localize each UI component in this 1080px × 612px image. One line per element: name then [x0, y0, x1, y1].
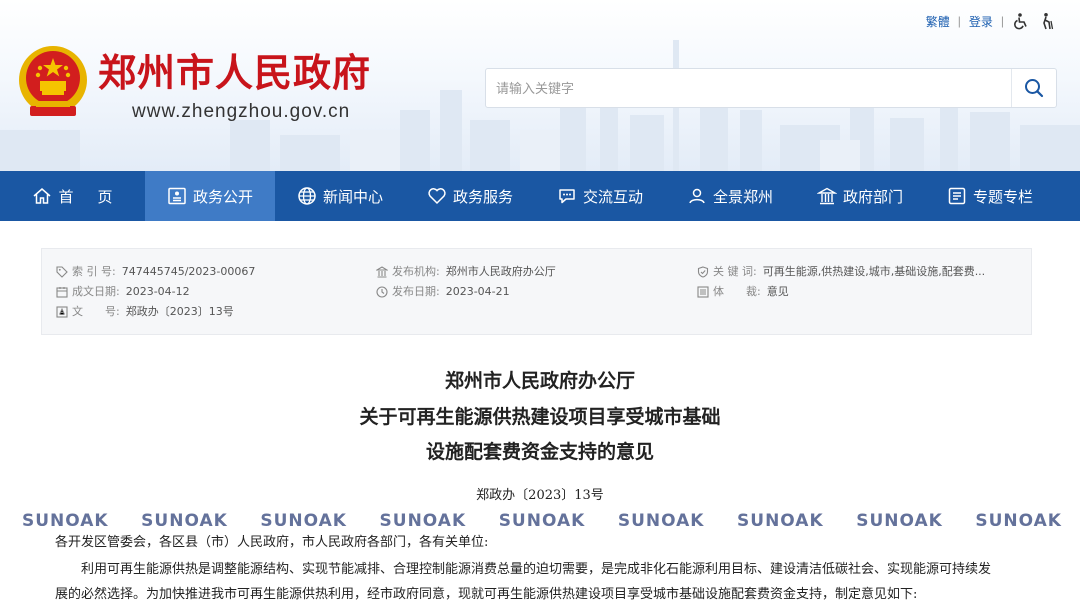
nav-item-label: 政务服务: [452, 187, 513, 206]
document-meta-box: 索 引 号: 747445745/2023-00067 成文日期: 2023-0…: [41, 248, 1032, 335]
home-icon: [33, 188, 51, 204]
nav-item-label: 首页: [58, 187, 137, 206]
nav-item-label: 新闻中心: [322, 187, 383, 206]
meta-keywords: 关 键 词: 可再生能源,供热建设,城市,基础设施,配套费...: [697, 265, 985, 279]
nav-item-panorama[interactable]: 全景郑州: [665, 171, 795, 221]
site-title: 郑州市人民政府: [98, 50, 372, 95]
meta-created-date: 成文日期: 2023-04-12: [56, 285, 190, 299]
institution-icon: [376, 266, 388, 278]
chat-icon: [559, 189, 575, 204]
nav-item-services[interactable]: 政务服务: [405, 171, 535, 221]
traditional-chinese-link[interactable]: 繁體: [926, 13, 950, 30]
nav-item-label: 全景郑州: [712, 187, 773, 206]
document-paragraph-line: 利用可再生能源供热是调整能源结构、实现节能减排、合理控制能源消费总量的迫切需要，…: [81, 562, 992, 577]
id-card-icon: [168, 187, 186, 205]
watermark-text: SUNOAK: [737, 511, 824, 531]
wheelchair-icon[interactable]: [1012, 12, 1030, 30]
watermark-text: SUNOAK: [22, 511, 109, 531]
watermark-text: SUNOAK: [141, 511, 228, 531]
nav-item-departments[interactable]: 政府部门: [795, 171, 925, 221]
divider: |: [957, 14, 961, 28]
meta-published-date: 发布日期: 2023-04-21: [376, 285, 510, 299]
watermark-strip: SUNOAK SUNOAK SUNOAK SUNOAK SUNOAK SUNOA…: [22, 511, 1062, 531]
document-title-line-2: 关于可再生能源供热建设项目享受城市基础: [359, 406, 721, 428]
site-url: www.zhengzhou.gov.cn: [132, 101, 351, 122]
search-icon: [1025, 79, 1044, 98]
meta-publisher: 发布机构: 郑州市人民政府办公厅: [376, 265, 556, 279]
watermark-text: SUNOAK: [975, 511, 1062, 531]
search-input[interactable]: [486, 69, 1012, 107]
building-icon: [816, 187, 837, 205]
main-nav: 首页 政务公开 新闻中心 政务服务 交流互动 全景郑州 政府部门 专题专栏: [0, 171, 1080, 221]
search-button[interactable]: [1011, 69, 1056, 107]
watermark-text: SUNOAK: [260, 511, 347, 531]
nav-item-news[interactable]: 新闻中心: [275, 171, 405, 221]
tag-icon: [56, 266, 68, 278]
nav-item-label: 交流互动: [582, 187, 643, 206]
elderly-icon[interactable]: [1038, 12, 1056, 30]
calendar-icon: [56, 287, 68, 298]
clock-icon: [376, 286, 388, 298]
meta-index: 索 引 号: 747445745/2023-00067: [56, 265, 255, 279]
nav-item-home[interactable]: 首页: [0, 171, 145, 221]
globe-icon: [298, 187, 316, 205]
nav-item-label: 专题专栏: [972, 187, 1033, 206]
heart-icon: [428, 188, 446, 205]
user-icon: [689, 188, 705, 204]
list-icon: [697, 286, 709, 298]
meta-doc-number: 文 号: 郑政办〔2023〕13号: [56, 305, 234, 319]
nav-item-government-affairs[interactable]: 政务公开: [145, 171, 275, 221]
list-icon: [948, 187, 966, 205]
document-addressee: 各开发区管委会，各区县（市）人民政府，市人民政府各部门，各有关单位:: [55, 535, 489, 550]
nav-item-label: 政务公开: [192, 187, 253, 206]
nav-item-topics[interactable]: 专题专栏: [925, 171, 1055, 221]
document-paragraph-line: 展的必然选择。为加快推进我市可再生能源供热利用，经市政府同意，现就可再生能源供热…: [55, 587, 918, 602]
divider: |: [1000, 14, 1004, 28]
document-title-line-3: 设施配套费资金支持的意见: [425, 441, 654, 463]
site-header: 郑州市人民政府 www.zhengzhou.gov.cn 繁體 | 登录 |: [0, 0, 1080, 171]
national-emblem-logo: [19, 46, 87, 116]
watermark-text: SUNOAK: [856, 511, 943, 531]
watermark-text: SUNOAK: [498, 511, 586, 531]
top-links: 繁體 | 登录 |: [926, 12, 1056, 30]
nav-item-label: 政府部门: [842, 187, 903, 206]
document-icon: [56, 306, 68, 318]
meta-genre: 体 裁: 意见: [697, 285, 789, 299]
nav-item-interaction[interactable]: 交流互动: [535, 171, 665, 221]
document-number: 郑政办〔2023〕13号: [476, 488, 604, 503]
watermark-text: SUNOAK: [379, 511, 467, 531]
document-title-line-1: 郑州市人民政府办公厅: [444, 370, 635, 392]
shield-check-icon: [697, 266, 709, 278]
search-box: [485, 68, 1057, 108]
login-link[interactable]: 登录: [969, 13, 993, 30]
watermark-text: SUNOAK: [617, 511, 705, 531]
